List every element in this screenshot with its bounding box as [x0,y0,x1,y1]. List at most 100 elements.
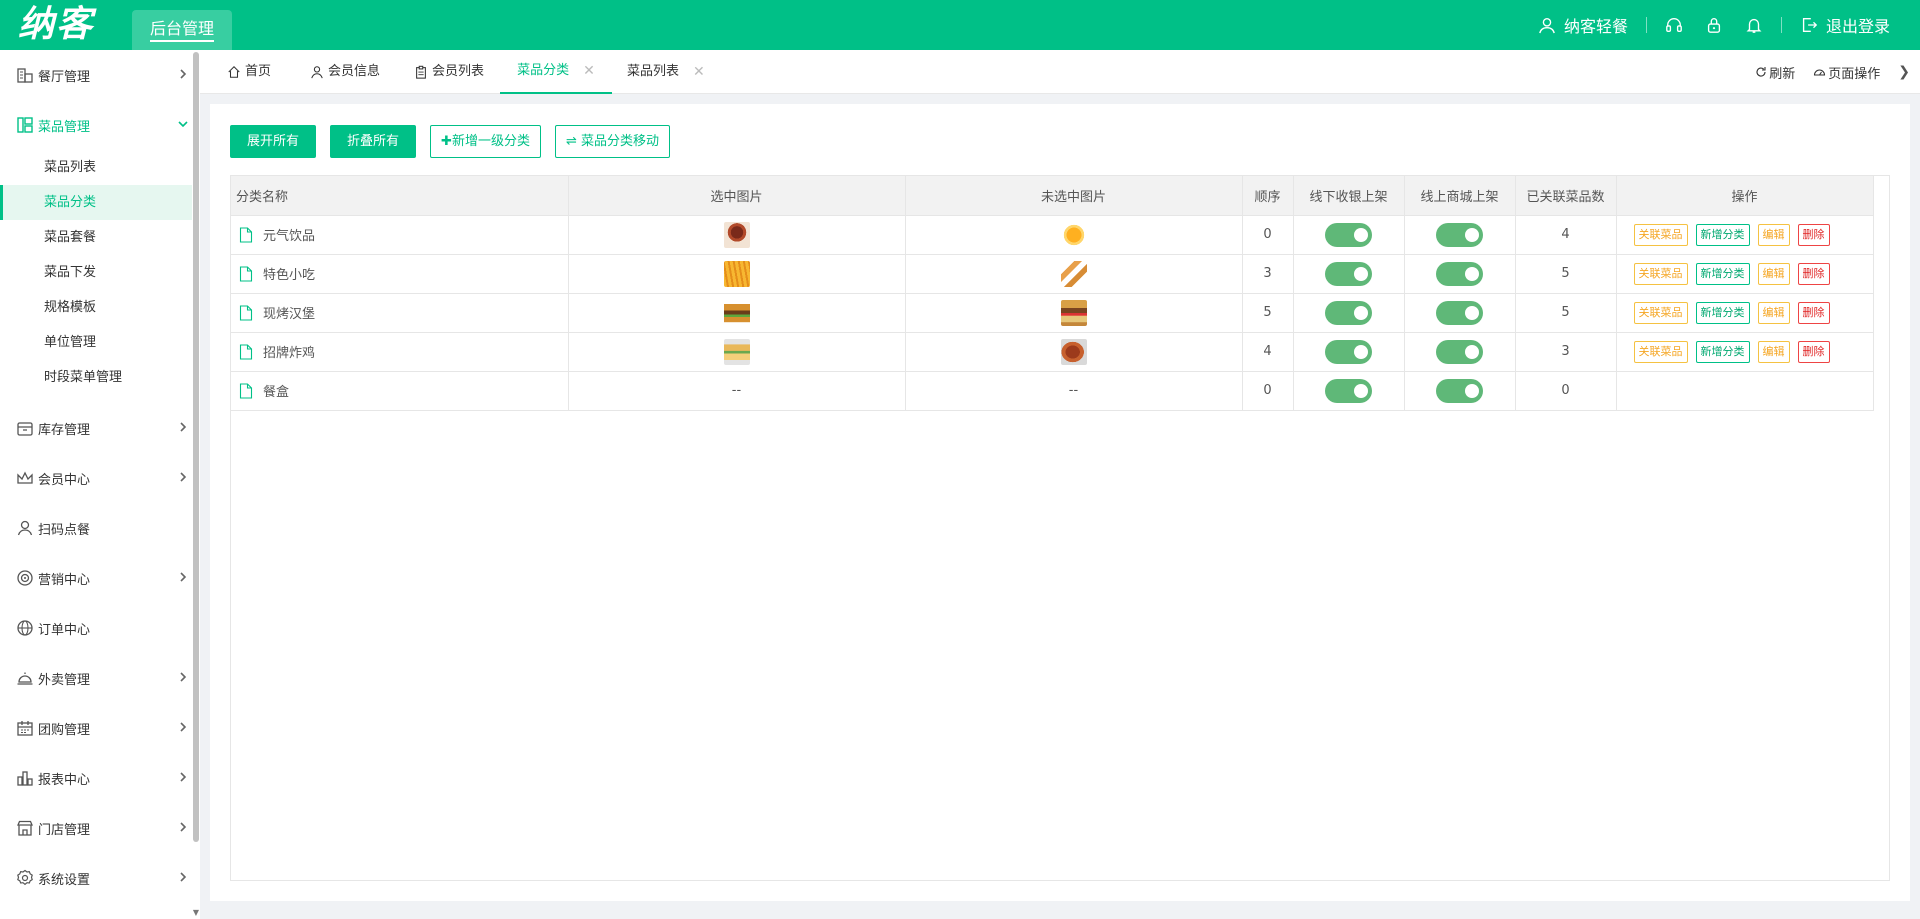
user-icon [311,66,323,79]
user-menu[interactable]: 纳客轻餐 [1538,13,1628,37]
sidebar-item[interactable]: 餐厅管理 [0,50,200,100]
tab-member-info[interactable]: 会员信息 [310,50,380,94]
tab-home[interactable]: 首页 [227,50,271,94]
link-dishes-button[interactable]: 关联菜品 [1633,340,1688,363]
category-name: 特色小吃 [263,268,316,283]
close-icon[interactable]: ✕ [583,49,595,93]
lock-icon[interactable] [1705,16,1723,34]
sidebar-scrollbar[interactable]: ▼ [192,50,200,919]
expand-all-button[interactable]: 展开所有 [230,125,317,158]
offline-shelf-toggle[interactable] [1325,222,1372,247]
gear-icon [16,869,34,887]
sidebar-item[interactable]: 营销中心 [0,553,200,603]
tab-dish-list[interactable]: 菜品列表 ✕ [627,50,705,94]
speed-icon [1814,69,1826,76]
store-icon [16,819,34,837]
edit-button[interactable]: 编辑 [1757,262,1790,285]
offline-shelf-toggle[interactable] [1325,339,1372,364]
dish-count-cell: 5 [1515,293,1617,333]
add-top-category-button[interactable]: ✚新增一级分类 [430,125,541,158]
order-cell: 0 [1242,371,1294,411]
refresh-button[interactable]: 刷新 [1755,63,1795,82]
scrollbar-thumb[interactable] [193,52,199,842]
delete-button[interactable]: 删除 [1797,223,1830,246]
logout-button[interactable]: 退出登录 [1800,13,1890,37]
sidebar-item[interactable]: 扫码点餐 [0,503,200,553]
sidebar-subitem[interactable]: 单位管理 [0,325,200,360]
tab-member-list[interactable]: 会员列表 [414,50,484,94]
online-toggle-cell [1404,332,1516,372]
edit-button[interactable]: 编辑 [1757,223,1790,246]
online-toggle-cell [1404,371,1516,411]
sidebar-item[interactable]: 系统设置 [0,853,200,903]
column-header: 选中图片 [568,176,906,216]
offline-shelf-toggle[interactable] [1325,378,1372,403]
sidebar-subitem[interactable]: 时段菜单管理 [0,360,200,395]
tab-dish-category[interactable]: 菜品分类 ✕ [500,50,612,94]
sidebar-subitem[interactable]: 菜品分类 [0,185,200,220]
box-icon [16,419,34,437]
chevron-right-icon[interactable]: ❯ [1898,64,1910,80]
online-shelf-toggle[interactable] [1436,261,1483,286]
add-subcategory-button[interactable]: 新增分类 [1695,340,1750,363]
edit-button[interactable]: 编辑 [1757,301,1790,324]
delete-button[interactable]: 删除 [1797,340,1830,363]
offline-toggle-cell [1293,332,1405,372]
order-cell: 3 [1242,254,1294,294]
table-row: 特色小吃 3 5 关联菜品 新增分类 编辑 删除 [231,254,1874,294]
page-ops-button[interactable]: 页面操作 [1813,63,1880,82]
sidebar-subitem[interactable]: 菜品列表 [0,150,200,185]
sidebar-item[interactable]: 门店管理 [0,803,200,853]
tab-actions: 刷新 页面操作 ❯ [1755,50,1910,94]
online-shelf-toggle[interactable] [1436,378,1483,403]
order-cell: 0 [1242,215,1294,255]
sidebar-item[interactable]: 会员中心 [0,453,200,503]
delete-button[interactable]: 删除 [1797,301,1830,324]
add-subcategory-button[interactable]: 新增分类 [1695,262,1750,285]
dish-count-cell: 3 [1515,332,1617,372]
close-icon[interactable]: ✕ [693,50,705,94]
sidebar-item[interactable]: 报表中心 [0,753,200,803]
sidebar-item[interactable]: 订单中心 [0,603,200,653]
selected-image [723,260,750,287]
offline-shelf-toggle[interactable] [1325,300,1372,325]
table-row: 招牌炸鸡 4 3 关联菜品 新增分类 编辑 删除 [231,332,1874,372]
order-cell: 5 [1242,293,1294,333]
scroll-down-icon[interactable]: ▼ [192,909,200,917]
sidebar-subitem[interactable]: 菜品下发 [0,255,200,290]
sidebar-item[interactable]: 外卖管理 [0,653,200,703]
link-dishes-button[interactable]: 关联菜品 [1633,301,1688,324]
edit-button[interactable]: 编辑 [1757,340,1790,363]
tab-bar: 首页 会员信息 会员列表 菜品分类 ✕ 菜品列表 ✕ 刷新 页面操作 ❯ [200,50,1920,94]
headset-icon[interactable] [1665,16,1683,34]
offline-toggle-cell [1293,215,1405,255]
move-category-button[interactable]: ⇌ 菜品分类移动 [554,125,670,158]
plus-icon: ✚ [441,134,452,149]
offline-shelf-toggle[interactable] [1325,261,1372,286]
online-shelf-toggle[interactable] [1436,339,1483,364]
online-shelf-toggle[interactable] [1436,300,1483,325]
sidebar-item[interactable]: 菜品管理 [0,100,200,150]
sidebar-subitem[interactable]: 规格模板 [0,290,200,325]
dish-count-cell: 0 [1515,371,1617,411]
admin-tab[interactable]: 后台管理 [132,10,232,50]
add-subcategory-button[interactable]: 新增分类 [1695,301,1750,324]
collapse-all-button[interactable]: 折叠所有 [330,125,417,158]
online-shelf-toggle[interactable] [1436,222,1483,247]
sidebar-subitem[interactable]: 菜品套餐 [0,220,200,255]
unselected-image-cell [905,293,1243,333]
delete-button[interactable]: 删除 [1797,262,1830,285]
actions-cell: 关联菜品 新增分类 编辑 删除 [1616,293,1874,333]
globe-icon [16,619,34,637]
online-toggle-cell [1404,215,1516,255]
link-dishes-button[interactable]: 关联菜品 [1633,223,1688,246]
sidebar-item-label: 营销中心 [38,572,91,588]
chevron-right-icon [180,422,187,432]
sidebar: 餐厅管理 菜品管理 菜品列表 菜品分类 菜品套餐 菜品下发 规格模板 单位管理 时段菜单管理… [0,50,200,919]
sidebar-item[interactable]: 库存管理 [0,403,200,453]
selected-image-cell: -- [568,371,906,411]
sidebar-item[interactable]: 团购管理 [0,703,200,753]
bell-icon[interactable] [1745,16,1763,34]
add-subcategory-button[interactable]: 新增分类 [1695,223,1750,246]
link-dishes-button[interactable]: 关联菜品 [1633,262,1688,285]
